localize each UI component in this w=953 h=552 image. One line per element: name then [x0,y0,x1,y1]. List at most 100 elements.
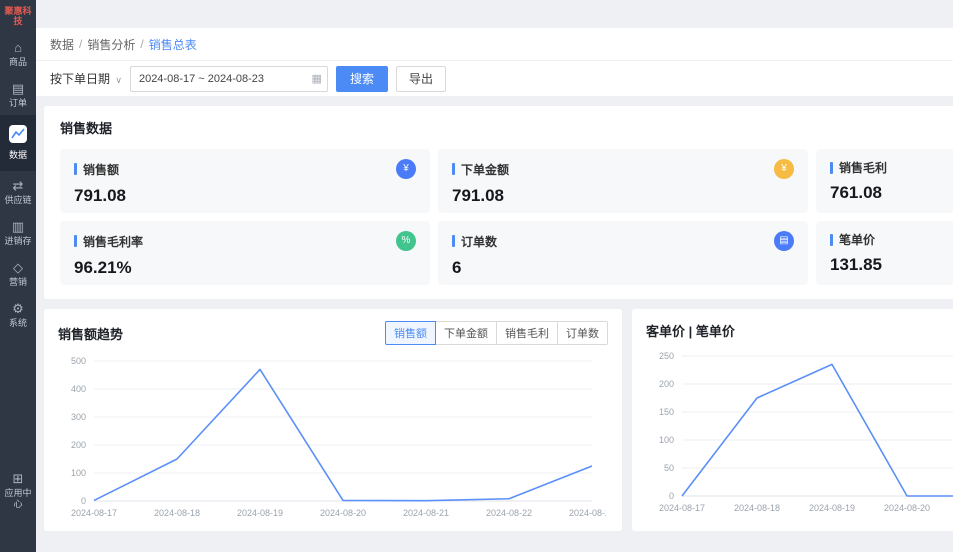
stat-card-order-count: 订单数 ▤ 6 [438,221,808,285]
sidebar-item-data[interactable]: 数据 [0,114,36,171]
yuan-icon: ¥ [774,159,794,179]
calendar-icon[interactable]: ▦ [312,72,322,85]
svg-text:2024-08-17: 2024-08-17 [71,508,117,518]
sales-data-card: 销售数据 销售额 ¥ 791.08 下单金额 ¥ 791.08 销售毛利 761… [44,106,953,299]
stat-value: 761.08 [830,183,882,202]
svg-text:2024-08-20: 2024-08-20 [320,508,366,518]
breadcrumb-item-sales-analysis[interactable]: 销售分析 [87,36,135,53]
stat-value: 6 [452,258,462,277]
filter-bar: 按下单日期 ∨ ▦ 搜索 导出 [36,60,953,96]
main-area: 数据 / 销售分析 / 销售总表 新手引导 按下单日期 ∨ [36,0,953,552]
sales-trend-chart: 0 100 200 300 400 500 2024-08-17 2024-08-18 2024… [58,351,615,523]
stat-label: 销售毛利率 [83,234,144,249]
stat-card-gross-profit: 销售毛利 761.08 [816,149,953,213]
accent-bar [74,163,77,175]
avg-price-card: 客单价 | 笔单价 0 50 100 150 200 250 2024-08-17 2024-… [632,309,953,531]
sales-data-title: 销售数据 [60,121,113,136]
svg-text:2024-08-20: 2024-08-20 [884,503,930,513]
avg-price-chart: 0 50 100 150 200 250 2024-08-17 2024-08-18 2024-… [646,346,953,518]
stat-label: 销售毛利 [839,161,888,175]
svg-text:500: 500 [71,356,86,366]
yuan-icon: ¥ [396,159,416,179]
trend-tab-sales-amount[interactable]: 销售额 [385,321,436,345]
export-button[interactable]: 导出 [395,65,446,92]
svg-text:100: 100 [659,435,674,445]
stat-label: 订单数 [461,234,498,249]
sidebar-item-inventory[interactable]: ▥ 进销存 [0,212,36,253]
marketing-icon: ◇ [13,259,23,275]
inventory-icon: ▥ [11,218,25,234]
svg-text:2024-08-21: 2024-08-21 [403,508,449,518]
supply-chain-icon: ⇄ [12,177,24,193]
sidebar-item-orders[interactable]: ▤ 订单 [0,74,36,115]
orders-icon: ▤ [11,80,25,96]
app-center-icon: ⊞ [12,471,24,486]
svg-text:100: 100 [71,468,86,478]
stat-card-avg-order-price: 笔单价 131.85 [816,221,953,285]
sidebar-item-supply-chain[interactable]: ⇄ 供应链 [0,171,36,212]
data-chart-icon [9,124,27,143]
trend-tab-order-count[interactable]: 订单数 [557,321,608,345]
accent-bar [452,163,455,175]
breadcrumb-item-data[interactable]: 数据 [50,36,74,53]
svg-text:300: 300 [71,412,86,422]
svg-text:2024-08-23: 2024-08-23 [569,508,606,518]
stat-label: 销售额 [83,162,120,177]
search-button[interactable]: 搜索 [335,65,388,92]
breadcrumb-separator: / [140,37,144,51]
sidebar: 聚惠科技 ⌂ 商品 ▤ 订单 数据 ⇄ 供应链 ▥ 进销存 ◇ 营销 ⚙ 系统 … [0,0,36,552]
stat-card-order-amount: 下单金额 ¥ 791.08 [438,149,808,213]
stat-label: 笔单价 [839,233,876,247]
svg-text:0: 0 [669,491,674,501]
stat-card-gross-margin: 销售毛利率 % 96.21% [60,221,430,285]
charts-row: 销售额趋势 销售额 下单金额 销售毛利 订单数 0 100 200 300 400 500… [44,309,953,531]
stat-value: 96.21% [74,258,132,277]
top-spacer [36,0,953,28]
product-icon: ⌂ [14,39,22,55]
svg-text:250: 250 [659,351,674,361]
date-type-label: 按下单日期 [50,72,111,86]
stat-value: 791.08 [74,186,126,205]
app-root: 聚惠科技 ⌂ 商品 ▤ 订单 数据 ⇄ 供应链 ▥ 进销存 ◇ 营销 ⚙ 系统 … [0,0,953,552]
stats-grid: 销售额 ¥ 791.08 下单金额 ¥ 791.08 销售毛利 761.08 销… [60,149,953,285]
svg-text:0: 0 [81,496,86,506]
svg-text:2024-08-17: 2024-08-17 [659,503,705,513]
stat-label: 下单金额 [461,162,510,177]
breadcrumb-item-sales-summary: 销售总表 [148,37,197,52]
svg-text:200: 200 [71,440,86,450]
date-range-picker: ▦ [129,65,328,92]
sidebar-item-products[interactable]: ⌂ 商品 [0,33,36,74]
svg-text:2024-08-22: 2024-08-22 [486,508,532,518]
svg-text:400: 400 [71,384,86,394]
percent-icon: % [396,231,416,251]
sales-trend-card: 销售额趋势 销售额 下单金额 销售毛利 订单数 0 100 200 300 400 500… [44,309,622,531]
svg-text:2024-08-18: 2024-08-18 [154,508,200,518]
sidebar-item-app-center[interactable]: ⊞ 应用中心 [0,464,36,516]
breadcrumb-separator: / [79,37,83,51]
svg-text:50: 50 [664,463,674,473]
date-type-dropdown[interactable]: 按下单日期 ∨ [50,70,122,87]
system-gear-icon: ⚙ [12,300,24,316]
stat-value: 131.85 [830,255,882,274]
date-range-input[interactable] [129,65,328,92]
trend-tab-order-amount[interactable]: 下单金额 [435,321,497,345]
logo: 聚惠科技 [4,6,32,27]
sidebar-item-marketing[interactable]: ◇ 营销 [0,253,36,294]
document-icon: ▤ [774,231,794,251]
sidebar-item-system[interactable]: ⚙ 系统 [0,294,36,335]
accent-bar [830,233,833,246]
svg-text:2024-08-18: 2024-08-18 [734,503,780,513]
svg-text:200: 200 [659,379,674,389]
accent-bar [452,235,455,247]
avg-price-title: 客单价 | 笔单价 [646,324,735,339]
stat-value: 791.08 [452,186,504,205]
accent-bar [830,161,833,174]
breadcrumb-bar: 数据 / 销售分析 / 销售总表 新手引导 [36,28,953,60]
svg-text:150: 150 [659,407,674,417]
svg-text:2024-08-19: 2024-08-19 [237,508,283,518]
svg-text:2024-08-19: 2024-08-19 [809,503,855,513]
trend-metric-tabs: 销售额 下单金额 销售毛利 订单数 [385,321,608,345]
stat-card-sales-amount: 销售额 ¥ 791.08 [60,149,430,213]
trend-tab-gross-profit[interactable]: 销售毛利 [496,321,558,345]
chevron-down-icon: ∨ [115,75,122,85]
